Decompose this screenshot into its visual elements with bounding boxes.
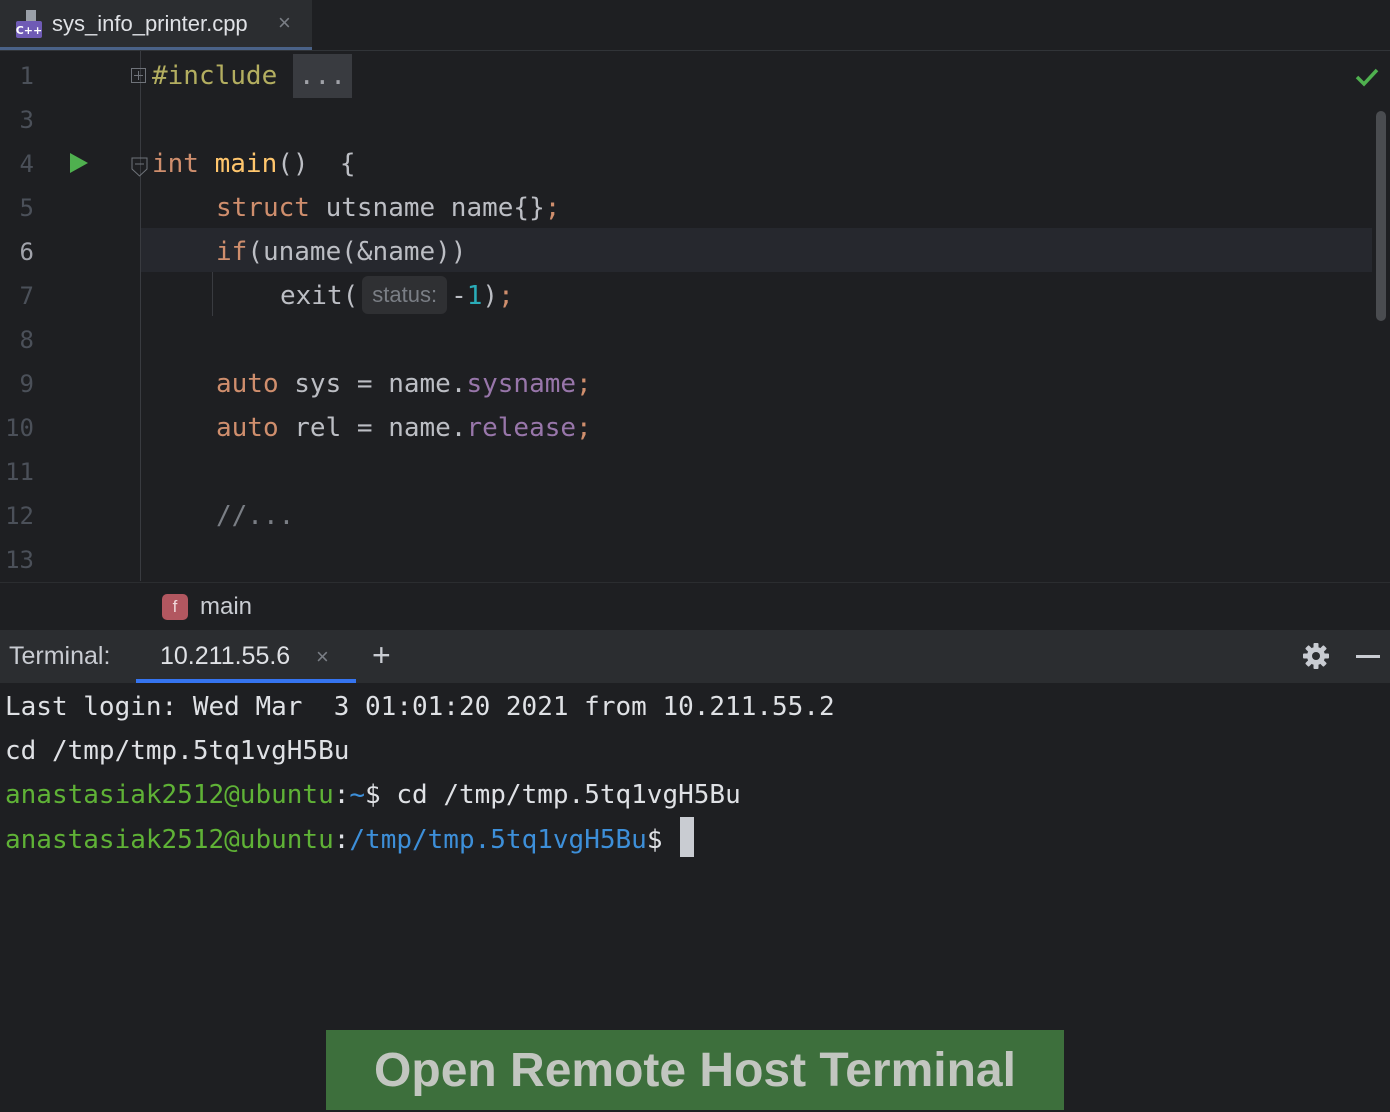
code-line: 5 struct utsname name{}; <box>0 186 1372 230</box>
semicolon: ; <box>576 369 592 399</box>
code-line: 1 #include ... <box>0 54 1372 98</box>
prompt-colon: : <box>333 780 350 810</box>
parameter-hint: status: <box>362 276 448 314</box>
terminal-line: Last login: Wed Mar 3 01:01:20 2021 from… <box>5 692 835 722</box>
code-content: if(uname(&name)) <box>216 230 466 274</box>
minimize-icon[interactable] <box>1356 655 1380 658</box>
keyword: auto <box>216 413 279 443</box>
terminal-line: anastasiak2512@ubuntu:/tmp/tmp.5tq1vgH5B… <box>5 817 695 862</box>
code-line: 3 <box>0 98 1372 142</box>
banner-label: Open Remote Host Terminal <box>374 1044 1016 1097</box>
prompt-symbol: $ <box>646 825 679 855</box>
minus-sign: - <box>451 281 467 311</box>
semicolon: ; <box>498 281 514 311</box>
code-line: 11 <box>0 450 1372 494</box>
active-tab-indicator <box>0 47 312 50</box>
include-directive: #include <box>152 61 278 91</box>
code-text: sys = name. <box>278 369 467 399</box>
code-content: int main() { <box>152 142 356 186</box>
editor-tab-bar: C++ sys_info_printer.cpp × <box>0 0 1390 51</box>
keyword: auto <box>216 369 279 399</box>
code-line-current: 6 if(uname(&name)) <box>0 230 1372 274</box>
breadcrumb-item-main[interactable]: main <box>200 593 252 621</box>
new-terminal-button[interactable]: + <box>372 637 391 674</box>
prompt-path: ~ <box>349 780 366 810</box>
active-tab-indicator <box>136 679 356 683</box>
semicolon: ; <box>576 413 592 443</box>
line-number: 1 <box>19 62 34 90</box>
comment: //... <box>216 501 295 531</box>
keyword: if <box>216 237 248 267</box>
prompt-colon: : <box>333 825 350 855</box>
code-line: 9 auto sys = name.sysname; <box>0 362 1372 406</box>
code-line: 10 auto rel = name.release; <box>0 406 1372 450</box>
terminal-cursor <box>680 817 695 857</box>
line-number: 7 <box>19 282 34 310</box>
code-editor[interactable]: 1 #include ... 3 4 int main() { 5 struct… <box>0 51 1390 581</box>
code-text: utsname name{} <box>309 193 545 223</box>
prompt-user: anastasiak2512@ubuntu <box>5 825 334 855</box>
terminal-tab[interactable]: 10.211.55.6 × <box>136 630 356 683</box>
field-name: release <box>466 413 577 443</box>
line-number: 9 <box>19 370 34 398</box>
terminal-title: Terminal: <box>9 642 111 670</box>
keyword: int <box>152 149 199 179</box>
close-paren: ) <box>482 281 499 311</box>
terminal-tab-label: 10.211.55.6 <box>160 642 291 670</box>
folded-region[interactable]: ... <box>292 54 352 98</box>
file-tab[interactable]: C++ sys_info_printer.cpp × <box>0 0 312 50</box>
code-content: auto rel = name.release; <box>216 406 592 450</box>
line-number: 10 <box>5 414 34 442</box>
keyword: struct <box>216 193 310 223</box>
terminal-line: anastasiak2512@ubuntu:~$ cd /tmp/tmp.5tq… <box>5 773 741 817</box>
line-number: 6 <box>19 238 34 266</box>
breadcrumb: f main <box>0 582 1390 631</box>
terminal-line: cd /tmp/tmp.5tq1vgH5Bu <box>5 736 350 766</box>
line-number: 13 <box>5 546 34 574</box>
semicolon: ; <box>544 193 561 223</box>
code-text: (uname(&name)) <box>247 237 467 267</box>
close-terminal-tab-button[interactable]: × <box>316 644 329 670</box>
code-content: exit(status: -1); <box>280 274 514 318</box>
line-number: 11 <box>5 458 34 486</box>
number-literal: 1 <box>466 281 483 311</box>
prompt-command: $ cd /tmp/tmp.5tq1vgH5Bu <box>365 780 741 810</box>
code-content: struct utsname name{}; <box>216 186 560 230</box>
cpp-file-icon: C++ <box>16 10 43 38</box>
function-icon: f <box>162 594 188 620</box>
code-line: 4 int main() { <box>0 142 1372 186</box>
field-name: sysname <box>466 369 577 399</box>
editor-scrollbar[interactable] <box>1376 111 1386 321</box>
prompt-path: /tmp/tmp.5tq1vgH5Bu <box>349 825 647 855</box>
gear-icon[interactable] <box>1302 642 1330 670</box>
line-number: 5 <box>19 194 34 222</box>
close-tab-button[interactable]: × <box>278 10 291 36</box>
line-number: 3 <box>19 106 34 134</box>
prompt-user: anastasiak2512@ubuntu <box>5 780 334 810</box>
code-text: () { <box>277 149 356 179</box>
cpp-icon-label: C++ <box>16 24 43 37</box>
code-line: 12 //... <box>0 494 1372 538</box>
code-content: #include ... <box>152 54 352 98</box>
code-content: auto sys = name.sysname; <box>216 362 592 406</box>
caption-banner: Open Remote Host Terminal <box>326 1030 1064 1110</box>
function-call: exit( <box>280 281 359 311</box>
terminal-toolbar: Terminal: 10.211.55.6 × + <box>0 630 1390 684</box>
line-number: 12 <box>5 502 34 530</box>
code-line: 7 exit(status: -1); <box>0 274 1372 318</box>
code-line: 13 <box>0 538 1372 581</box>
code-text: rel = name. <box>278 413 467 443</box>
function-name: main <box>214 149 278 179</box>
file-tab-label: sys_info_printer.cpp <box>52 11 248 36</box>
line-number: 4 <box>19 150 34 178</box>
line-number: 8 <box>19 326 34 354</box>
code-line: 8 <box>0 318 1372 362</box>
